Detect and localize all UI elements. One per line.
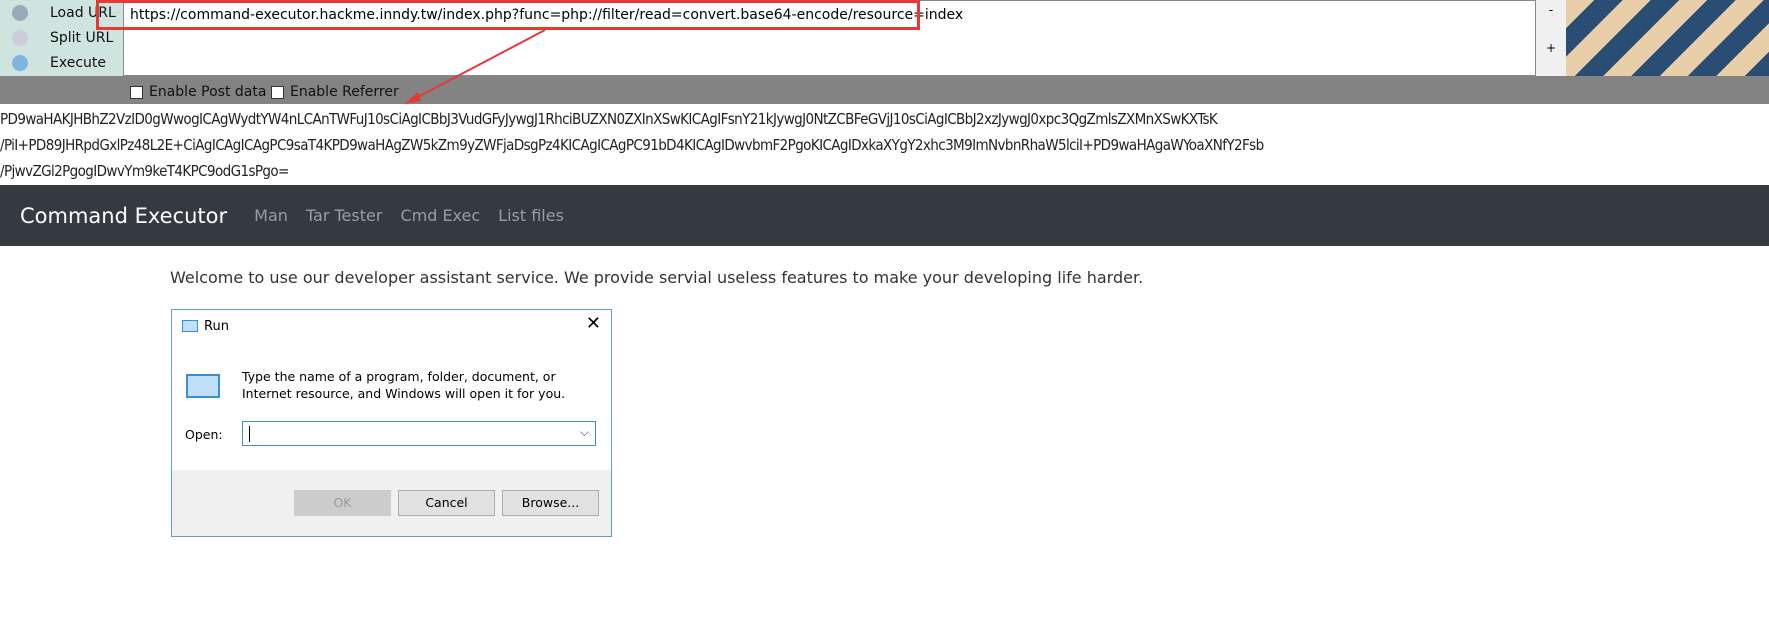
chevron-down-icon[interactable]: ⌵	[580, 425, 589, 440]
base64-output: PD9waHAKJHBhZ2VzID0gWwogICAgWydtYW4nLCAn…	[0, 106, 1769, 184]
open-label: Open:	[185, 427, 223, 442]
close-icon[interactable]: ✕	[586, 313, 601, 334]
output-line: /PjwvZGl2PgogIDwvYm9keT4KPC9odG1sPgo=	[0, 162, 289, 180]
open-input[interactable]: ⌵	[242, 421, 596, 446]
run-dialog: Run ✕ Type the name of a program, folder…	[171, 309, 612, 537]
output-line: /PiI+PD89JHRpdGxlPz48L2E+CiAgICAgICAgPC9…	[0, 136, 1264, 154]
nav-tar-tester[interactable]: Tar Tester	[306, 206, 383, 225]
annotation-arrow	[404, 29, 546, 104]
browse-button[interactable]: Browse...	[502, 490, 599, 516]
welcome-text: Welcome to use our developer assistant s…	[170, 268, 1144, 287]
output-line: PD9waHAKJHBhZ2VzID0gWwogICAgWydtYW4nLCAn…	[0, 110, 1218, 128]
navbar: Command Executor Man Tar Tester Cmd Exec…	[0, 185, 1769, 246]
nav-cmd-exec[interactable]: Cmd Exec	[400, 206, 480, 225]
run-title-icon	[182, 320, 198, 332]
run-title: Run	[204, 319, 229, 334]
cancel-button[interactable]: Cancel	[398, 490, 495, 516]
run-instructions: Type the name of a program, folder, docu…	[242, 369, 566, 401]
brand-link[interactable]: Command Executor	[20, 204, 227, 228]
ok-button[interactable]: OK	[294, 490, 391, 516]
run-program-icon	[186, 374, 220, 398]
nav-man[interactable]: Man	[254, 206, 288, 225]
nav-list-files[interactable]: List files	[498, 206, 564, 225]
